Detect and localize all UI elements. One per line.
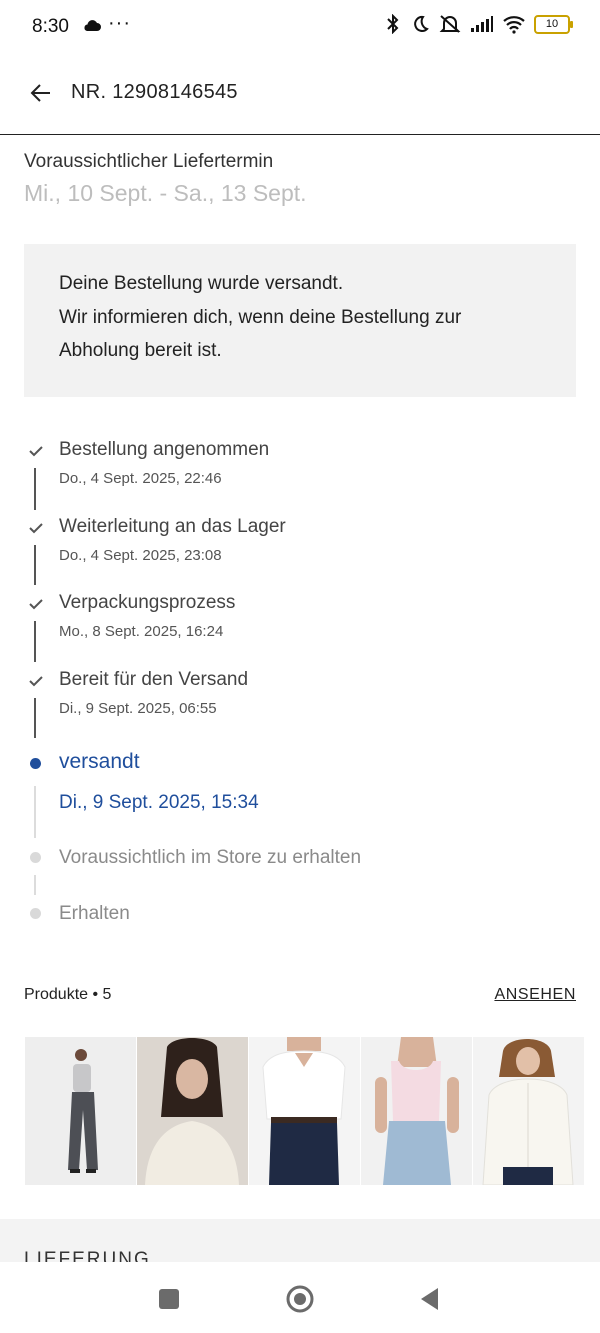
product-image: [137, 1037, 248, 1185]
shipment-notice: Deine Bestellung wurde versandt. Wir inf…: [24, 244, 576, 397]
step-label: Bereit für den Versand: [59, 669, 249, 690]
delivery-date-range: Mi., 10 Sept. - Sa., 13 Sept.: [24, 180, 307, 206]
product-image: [249, 1037, 360, 1185]
step-date: Di., 9 Sept. 2025, 06:55: [59, 700, 217, 717]
status-bar: 8:30 ··· 10: [0, 0, 600, 56]
check-icon: [29, 599, 43, 610]
step-label: Erhalten: [59, 903, 130, 924]
timeline-connector: [34, 468, 36, 510]
notice-line-1: Deine Bestellung wurde versandt.: [59, 273, 344, 294]
home-icon[interactable]: [285, 1284, 315, 1314]
step-date: Do., 4 Sept. 2025, 23:08: [59, 547, 222, 564]
system-nav-bar: [0, 1262, 600, 1333]
timeline-connector: [34, 786, 36, 838]
status-time: 8:30: [32, 16, 69, 37]
step-date: Mo., 8 Sept. 2025, 16:24: [59, 623, 224, 640]
notice-line-3: Abholung bereit ist.: [59, 340, 222, 361]
product-image: [361, 1037, 472, 1185]
step-label: versandt: [59, 750, 140, 773]
app-bar: NR. 12908146545: [0, 56, 600, 135]
products-count-label: Produkte • 5: [24, 986, 112, 1003]
product-thumbnails: [25, 1037, 584, 1185]
product-thumbnail[interactable]: [25, 1037, 136, 1185]
timeline-connector: [34, 545, 36, 585]
wifi-icon: [503, 16, 525, 34]
step-date: Do., 4 Sept. 2025, 22:46: [59, 470, 222, 487]
product-thumbnail[interactable]: [473, 1037, 584, 1185]
signal-icon: [471, 16, 493, 32]
cloud-icon: [84, 20, 101, 31]
status-icons: 10: [384, 14, 573, 34]
view-products-link[interactable]: ANSEHEN: [494, 986, 576, 1004]
battery-level: 10: [545, 17, 559, 30]
step-label: Weiterleitung an das Lager: [59, 516, 286, 537]
moon-icon: [414, 15, 429, 32]
timeline-connector: [34, 621, 36, 662]
step-label: Verpackungsprozess: [59, 592, 236, 613]
mute-icon: [439, 15, 461, 33]
more-dots-icon: ···: [108, 12, 131, 34]
current-status-dot: [30, 758, 41, 769]
check-icon: [29, 676, 43, 687]
notice-line-2: Wir informieren dich, wenn deine Bestell…: [59, 307, 462, 328]
step-label: Bestellung angenommen: [59, 439, 270, 460]
timeline-connector: [34, 875, 36, 895]
product-thumbnail[interactable]: [137, 1037, 248, 1185]
recent-apps-icon[interactable]: [154, 1284, 184, 1314]
step-date: Di., 9 Sept. 2025, 15:34: [59, 792, 259, 813]
check-icon: [29, 523, 43, 534]
bluetooth-icon: [387, 14, 399, 34]
pending-status-dot: [30, 852, 41, 863]
back-nav-icon[interactable]: [416, 1284, 446, 1314]
check-icon: [29, 446, 43, 457]
step-label: Voraussichtlich im Store zu erhalten: [59, 847, 362, 868]
timeline-connector: [34, 698, 36, 738]
product-thumbnail[interactable]: [361, 1037, 472, 1185]
order-number-title: NR. 12908146545: [71, 81, 238, 103]
delivery-estimate-label: Voraussichtlicher Liefertermin: [24, 151, 274, 172]
pending-status-dot: [30, 908, 41, 919]
product-image: [25, 1037, 136, 1185]
product-image: [473, 1037, 584, 1185]
arrow-left-icon[interactable]: [28, 80, 54, 106]
battery-icon: 10: [534, 14, 573, 34]
product-thumbnail[interactable]: [249, 1037, 360, 1185]
